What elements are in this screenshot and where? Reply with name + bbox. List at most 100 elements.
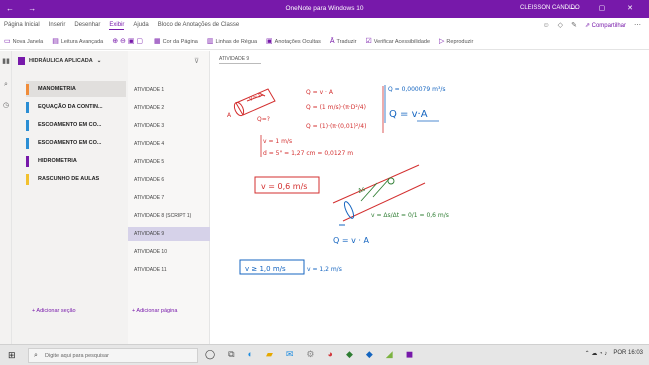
- section-color-bar: [26, 138, 29, 149]
- settings-icon[interactable]: ⚙: [306, 349, 314, 360]
- section-item[interactable]: ESCOAMENTO EM CO...: [26, 135, 126, 151]
- page-label: ATIVIDADE 5: [134, 159, 165, 165]
- recent-icon[interactable]: ◷: [2, 101, 10, 109]
- ribbon-item-6[interactable]: ☑ Verificar Acessibilidade: [365, 37, 430, 45]
- ribbon-item-1[interactable]: ▤ Leitura Avançada: [52, 37, 103, 45]
- app-green-icon[interactable]: ◆: [346, 349, 353, 360]
- section-item[interactable]: EQUAÇÃO DA CONTIN...: [26, 99, 126, 115]
- menu-tab-5[interactable]: Bloco de Anotações de Classe: [158, 22, 239, 30]
- ink-q-formula: Q = (1 m/s)·(π·D²/4): [306, 104, 366, 111]
- notebook-icon: [18, 57, 25, 65]
- widgets-icon[interactable]: ⧉: [228, 349, 234, 360]
- ribbon-label-6: Verificar Acessibilidade: [373, 39, 431, 45]
- notebook-header[interactable]: HIDRÁULICA APLICADA ⌄: [18, 57, 101, 65]
- ink-A: A: [227, 112, 232, 119]
- onenote-icon[interactable]: ◼: [406, 349, 413, 360]
- sections-pane: HIDRÁULICA APLICADA ⌄ MANOMETRIA EQUAÇÃO …: [12, 51, 128, 344]
- ink-v-ge: v ≥ 1,0 m/s: [245, 265, 286, 273]
- tray-clock[interactable]: POR 16:03: [613, 350, 643, 357]
- page-item[interactable]: ATIVIDADE 1: [128, 83, 210, 97]
- section-color-bar: [26, 156, 29, 167]
- add-section-button[interactable]: + Adicionar seção: [32, 308, 76, 314]
- ribbon-item-3[interactable]: ▥ Linhas de Régua: [207, 37, 257, 45]
- section-label: MANOMETRIA: [38, 86, 76, 92]
- menu-tab-0[interactable]: Página Inicial: [4, 22, 40, 30]
- page-label: ATIVIDADE 6: [134, 177, 165, 183]
- system-tray: ⌃ ☁ ◔ ♪ POR 16:03: [585, 350, 643, 357]
- section-color-bar: [26, 84, 29, 95]
- taskbar: ⊞ ⌕ Digite aqui para pesquisar ◯ ⧉ ◐ ▰ ✉…: [0, 344, 649, 365]
- taskbar-search[interactable]: ⌕ Digite aqui para pesquisar: [28, 348, 198, 363]
- ink-green-label: Δs: [357, 185, 366, 194]
- edge-icon[interactable]: ◐: [248, 349, 253, 360]
- section-item[interactable]: MANOMETRIA: [26, 81, 126, 97]
- ink-v-box: v = 0,6 m/s: [261, 182, 307, 191]
- ribbon-label-5: Traduzir: [336, 38, 357, 45]
- bell-icon[interactable]: ◇: [558, 21, 563, 29]
- zoom-icons[interactable]: ⊕ ⊖ ▣ ▢: [112, 37, 143, 45]
- task-view-icon[interactable]: ◯: [205, 349, 215, 360]
- menu-row: Página Inicial Inserir Desenhar Exibir Ajuda…: [0, 18, 649, 33]
- share-label: Compartilhar: [591, 22, 626, 29]
- menu-tab-4[interactable]: Ajuda: [133, 22, 148, 30]
- section-label: RASCUNHO DE AULAS: [38, 176, 100, 182]
- tray-icons[interactable]: ⌃ ☁ ◔ ♪: [585, 350, 608, 357]
- pen-icon[interactable]: ✎: [571, 21, 577, 29]
- section-color-bar: [26, 120, 29, 131]
- add-page-button[interactable]: + Adicionar página: [132, 308, 177, 314]
- chrome-icon[interactable]: ◕: [328, 349, 333, 360]
- section-label: EQUAÇÃO DA CONTIN...: [38, 104, 103, 110]
- menu-tab-2[interactable]: Desenhar: [74, 22, 100, 30]
- ribbon-icon-0: ▭: [4, 38, 11, 45]
- page-item[interactable]: ATIVIDADE 11: [128, 263, 210, 277]
- ribbon-item-5[interactable]: Ā Traduzir: [330, 38, 357, 45]
- ink-v-12: v = 1,2 m/s: [307, 266, 342, 273]
- notebook-nav: ▮▮ ⌕ ◷: [0, 51, 12, 344]
- section-item[interactable]: RASCUNHO DE AULAS: [26, 171, 126, 187]
- share-button[interactable]: ⇗ Compartilhar: [585, 22, 626, 29]
- search-icon: ⌕: [34, 352, 38, 359]
- mail-icon[interactable]: ✉: [286, 349, 294, 360]
- page-item[interactable]: ATIVIDADE 5: [128, 155, 210, 169]
- file-explorer-icon[interactable]: ▰: [266, 349, 273, 360]
- page-item[interactable]: ATIVIDADE 8 (SCRIPT 1): [128, 209, 210, 223]
- notebooks-icon[interactable]: ▮▮: [2, 57, 10, 65]
- page-item[interactable]: ATIVIDADE 10: [128, 245, 210, 259]
- page-item[interactable]: ATIVIDADE 3: [128, 119, 210, 133]
- app-lime-icon[interactable]: ◢: [386, 349, 393, 360]
- ribbon-item-7[interactable]: ▷ Reproduzir: [439, 37, 473, 45]
- ribbon-item-4[interactable]: ▣ Anotações Ocultas: [266, 37, 321, 45]
- window-controls[interactable]: — ▢ ✕: [570, 4, 643, 12]
- windows-start-icon[interactable]: ⊞: [8, 350, 16, 361]
- section-item[interactable]: ESCOAMENTO EM CO...: [26, 117, 126, 133]
- page-item[interactable]: ATIVIDADE 7: [128, 191, 210, 205]
- ink-q-value: Q = 0,000079 m³/s: [388, 86, 446, 93]
- page-item[interactable]: ATIVIDADE 4: [128, 137, 210, 151]
- title-bar: ← → OneNote para Windows 10 CLEISSON CAN…: [0, 0, 649, 18]
- pages-pane: ⊽ ATIVIDADE 1 ATIVIDADE 2 ATIVIDADE 3 ATIVI…: [128, 51, 210, 344]
- app-blue-icon[interactable]: ◆: [366, 349, 373, 360]
- menu-tabs: Página Inicial Inserir Desenhar Exibir Ajuda…: [4, 22, 239, 30]
- section-item[interactable]: HIDROMETRIA: [26, 153, 126, 169]
- menu-right-group: ☺ ◇ ✎ ⇗ Compartilhar ⋯: [543, 21, 641, 30]
- menu-tab-3[interactable]: Exibir: [109, 22, 125, 30]
- ribbon-icon-6: ☑: [365, 38, 372, 45]
- green-pipe-marks: [360, 177, 395, 202]
- page-item[interactable]: ATIVIDADE 9: [128, 227, 210, 241]
- ribbon-item-2[interactable]: ▦ Cor da Página: [154, 37, 198, 45]
- filter-icon[interactable]: ⊽: [194, 57, 199, 65]
- page-label: ATIVIDADE 8 (SCRIPT 1): [134, 213, 192, 219]
- ink-q-va: Q = v · A: [306, 89, 334, 96]
- page-canvas[interactable]: ATIVIDADE 9 A Q=? v=1 Q = v · A Q = (1 m…: [211, 51, 649, 344]
- lightbulb-icon[interactable]: ☺: [543, 22, 550, 29]
- page-item[interactable]: ATIVIDADE 6: [128, 173, 210, 187]
- menu-tab-1[interactable]: Inserir: [49, 22, 66, 30]
- ribbon-label-0: Nova Janela: [12, 39, 44, 45]
- ribbon-item-0[interactable]: ▭ Nova Janela: [4, 37, 43, 45]
- page-item[interactable]: ATIVIDADE 2: [128, 101, 210, 115]
- more-icon[interactable]: ⋯: [634, 21, 641, 29]
- ribbon-icon-3: ▥: [206, 38, 214, 45]
- ribbon-label-4: Anotações Ocultas: [274, 39, 321, 45]
- search-icon[interactable]: ⌕: [2, 81, 10, 89]
- ribbon-icon-7: ▷: [439, 38, 445, 45]
